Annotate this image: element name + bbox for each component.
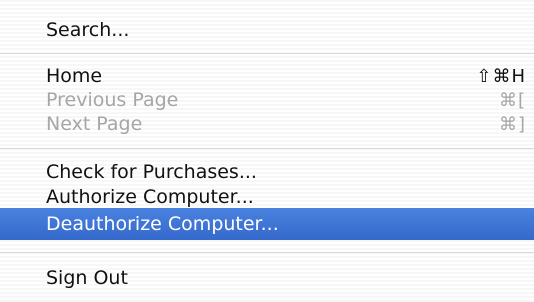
menu-item-shortcut: ⌘] — [498, 113, 526, 135]
menu-item-check-for-purchases[interactable]: Check for Purchases... — [0, 158, 534, 186]
menu-item-label: Deauthorize Computer... — [46, 213, 279, 235]
menu-item-label: Search... — [46, 19, 130, 41]
menu-separator — [0, 148, 534, 149]
menu-item-label: Sign Out — [46, 267, 128, 289]
menu-item-label: Next Page — [46, 113, 143, 135]
menu-item-label: Authorize Computer... — [46, 186, 254, 208]
menu-separator — [0, 53, 534, 54]
menu-separator — [0, 252, 534, 253]
menu-item-label: Home — [46, 65, 103, 87]
menu-item-shortcut: ⇧⌘H — [476, 65, 526, 87]
store-menu: Search... Home ⇧⌘H Previous Page ⌘[ Next… — [0, 0, 534, 302]
menu-item-label: Previous Page — [46, 89, 179, 111]
menu-item-authorize-computer[interactable]: Authorize Computer... — [0, 183, 534, 211]
menu-item-next-page: Next Page ⌘] — [0, 110, 534, 138]
menu-item-sign-out[interactable]: Sign Out — [0, 264, 534, 292]
menu-item-deauthorize-computer[interactable]: Deauthorize Computer... — [0, 208, 534, 240]
menu-item-shortcut: ⌘[ — [498, 89, 526, 111]
menu-item-label: Check for Purchases... — [46, 161, 257, 183]
menu-item-search[interactable]: Search... — [0, 16, 534, 44]
